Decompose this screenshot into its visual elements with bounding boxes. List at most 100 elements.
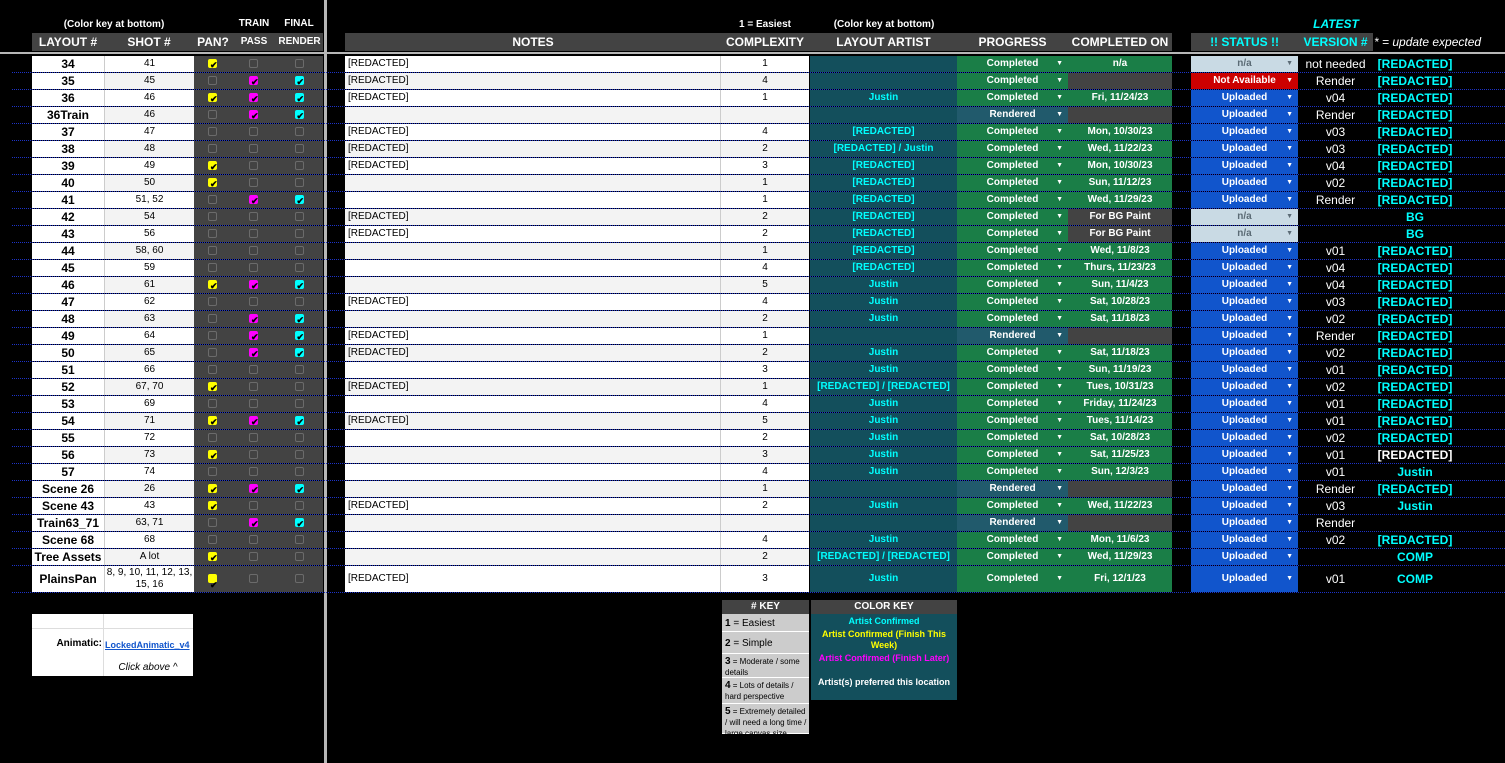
layout-artist-cell[interactable]: Justin <box>810 532 957 548</box>
completed-on-cell[interactable]: Sun, 11/19/23 <box>1068 362 1172 378</box>
chevron-down-icon[interactable]: ▼ <box>1056 413 1063 429</box>
layout-number-cell[interactable]: 36Train <box>32 107 104 123</box>
shot-number-cell[interactable]: 41 <box>104 56 194 72</box>
header-version[interactable]: VERSION # <box>1298 33 1373 51</box>
pan-checkbox[interactable] <box>208 76 217 85</box>
shot-number-cell[interactable]: 74 <box>104 464 194 480</box>
shot-number-cell[interactable]: 72 <box>104 430 194 446</box>
version-cell[interactable] <box>1298 226 1373 242</box>
layout-artist-cell[interactable]: Justin <box>810 345 957 361</box>
pan-checkbox[interactable]: ✔ <box>208 161 218 172</box>
pan-checkbox[interactable]: ✔ <box>208 382 218 393</box>
completed-on-cell[interactable]: Mon, 10/30/23 <box>1068 158 1172 174</box>
notes-cell[interactable]: [REDACTED] <box>345 566 721 592</box>
shot-number-cell[interactable]: 65 <box>104 345 194 361</box>
final-render-checkbox[interactable] <box>294 297 304 306</box>
status-dropdown[interactable]: Uploaded ▼ <box>1191 141 1298 157</box>
complexity-cell[interactable]: 3 <box>721 447 809 463</box>
notes-cell[interactable] <box>345 464 721 480</box>
pan-checkbox[interactable]: ✔ <box>208 59 218 70</box>
layout-artist-cell[interactable]: [REDACTED] <box>810 175 957 191</box>
completed-on-cell[interactable]: Wed, 11/8/23 <box>1068 243 1172 259</box>
pan-checkbox[interactable] <box>208 246 217 255</box>
pan-checkbox[interactable] <box>208 518 217 527</box>
status-dropdown[interactable]: Uploaded ▼ <box>1191 243 1298 259</box>
progress-dropdown[interactable]: Completed ▼ <box>957 192 1068 208</box>
shot-number-cell[interactable]: 43 <box>104 498 194 514</box>
final-render-checkbox[interactable]: ✔ <box>294 314 304 325</box>
chevron-down-icon[interactable]: ▼ <box>1056 277 1063 293</box>
chevron-down-icon[interactable]: ▼ <box>1056 396 1063 412</box>
latest-version-link[interactable]: [REDACTED] <box>1373 328 1457 344</box>
pan-checkbox[interactable] <box>208 144 217 153</box>
notes-cell[interactable] <box>345 430 721 446</box>
layout-artist-cell[interactable] <box>810 107 957 123</box>
progress-dropdown[interactable]: Completed ▼ <box>957 396 1068 412</box>
version-cell[interactable]: v02 <box>1298 430 1373 446</box>
latest-version-link[interactable]: COMP <box>1373 549 1457 565</box>
completed-on-cell[interactable] <box>1068 73 1172 89</box>
header-pass[interactable]: PASS <box>232 33 276 51</box>
final-render-checkbox[interactable] <box>294 246 304 255</box>
chevron-down-icon[interactable]: ▼ <box>1056 209 1063 225</box>
status-dropdown[interactable]: Uploaded ▼ <box>1191 90 1298 106</box>
layout-number-cell[interactable]: 55 <box>32 430 104 446</box>
chevron-down-icon[interactable]: ▼ <box>1286 175 1293 191</box>
layout-number-cell[interactable]: 39 <box>32 158 104 174</box>
complexity-cell[interactable]: 1 <box>721 379 809 395</box>
chevron-down-icon[interactable]: ▼ <box>1286 90 1293 106</box>
pan-checkbox[interactable]: ✔ <box>208 416 218 427</box>
shot-number-cell[interactable]: 71 <box>104 413 194 429</box>
pan-checkbox[interactable] <box>208 297 217 306</box>
chevron-down-icon[interactable]: ▼ <box>1286 107 1293 123</box>
progress-dropdown[interactable]: Completed ▼ <box>957 345 1068 361</box>
progress-dropdown[interactable]: Completed ▼ <box>957 209 1068 225</box>
completed-on-cell[interactable] <box>1068 515 1172 531</box>
chevron-down-icon[interactable]: ▼ <box>1056 566 1063 592</box>
layout-number-cell[interactable]: 56 <box>32 447 104 463</box>
final-render-checkbox[interactable] <box>294 552 304 561</box>
final-render-checkbox[interactable] <box>294 433 304 442</box>
completed-on-cell[interactable]: Mon, 10/30/23 <box>1068 124 1172 140</box>
latest-version-link[interactable]: [REDACTED] <box>1373 481 1457 497</box>
latest-version-link[interactable]: BG <box>1373 226 1457 242</box>
layout-artist-cell[interactable] <box>810 328 957 344</box>
pan-checkbox[interactable]: ✔ <box>208 501 218 512</box>
notes-cell[interactable] <box>345 175 721 191</box>
shot-number-cell[interactable]: 48 <box>104 141 194 157</box>
train-pass-checkbox[interactable]: ✔ <box>249 314 259 325</box>
shot-number-cell[interactable]: 56 <box>104 226 194 242</box>
chevron-down-icon[interactable]: ▼ <box>1056 447 1063 463</box>
status-dropdown[interactable]: n/a ▼ <box>1191 209 1298 225</box>
latest-version-link[interactable]: [REDACTED] <box>1373 73 1457 89</box>
header-complexity[interactable]: COMPLEXITY <box>721 33 809 51</box>
train-pass-checkbox[interactable]: ✔ <box>249 331 259 342</box>
version-cell[interactable]: v04 <box>1298 158 1373 174</box>
chevron-down-icon[interactable]: ▼ <box>1056 328 1063 344</box>
layout-number-cell[interactable]: Scene 26 <box>32 481 104 497</box>
layout-artist-cell[interactable]: [REDACTED] <box>810 260 957 276</box>
train-pass-checkbox[interactable]: ✔ <box>249 484 259 495</box>
chevron-down-icon[interactable]: ▼ <box>1286 294 1293 310</box>
progress-dropdown[interactable]: Completed ▼ <box>957 73 1068 89</box>
notes-cell[interactable] <box>345 396 721 412</box>
chevron-down-icon[interactable]: ▼ <box>1286 56 1293 72</box>
layout-number-cell[interactable]: 34 <box>32 56 104 72</box>
notes-cell[interactable]: [REDACTED] <box>345 294 721 310</box>
completed-on-cell[interactable] <box>1068 107 1172 123</box>
train-pass-checkbox[interactable] <box>249 535 258 544</box>
completed-on-cell[interactable]: For BG Paint <box>1068 226 1172 242</box>
complexity-cell[interactable]: 4 <box>721 294 809 310</box>
layout-artist-cell[interactable]: Justin <box>810 396 957 412</box>
version-cell[interactable]: v01 <box>1298 413 1373 429</box>
train-pass-checkbox[interactable] <box>249 382 258 391</box>
train-pass-checkbox[interactable] <box>249 263 258 272</box>
status-dropdown[interactable]: Uploaded ▼ <box>1191 481 1298 497</box>
chevron-down-icon[interactable]: ▼ <box>1056 294 1063 310</box>
completed-on-cell[interactable]: For BG Paint <box>1068 209 1172 225</box>
layout-number-cell[interactable]: 43 <box>32 226 104 242</box>
layout-number-cell[interactable]: Scene 43 <box>32 498 104 514</box>
train-pass-checkbox[interactable] <box>249 450 258 459</box>
completed-on-cell[interactable]: Mon, 11/6/23 <box>1068 532 1172 548</box>
layout-number-cell[interactable]: 45 <box>32 260 104 276</box>
